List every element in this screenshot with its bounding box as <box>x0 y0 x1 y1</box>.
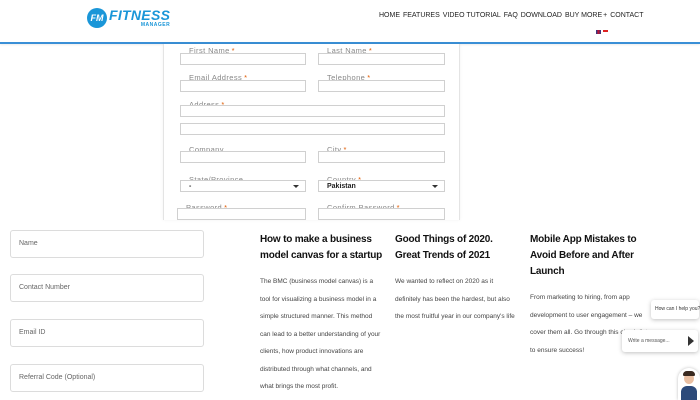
contact-number-input[interactable]: Contact Number <box>10 274 204 302</box>
send-icon[interactable] <box>688 336 694 346</box>
site-header: FM FITNESS MANAGER HOME FEATURES VIDEO T… <box>0 0 700 44</box>
logo-name: FITNESS <box>109 7 171 23</box>
main-nav: HOME FEATURES VIDEO TUTORIAL FAQ DOWNLOA… <box>379 12 645 19</box>
email-field[interactable] <box>180 80 306 92</box>
article-title[interactable]: Mobile App Mistakes to Avoid Before and … <box>530 232 654 280</box>
nav-features[interactable]: FEATURES <box>403 12 440 19</box>
address-line-1-field[interactable] <box>180 105 445 117</box>
last-name-field[interactable] <box>318 53 445 65</box>
article-card: How to make a business model canvas for … <box>260 232 384 396</box>
article-excerpt: The BMC (business model canvas) is a too… <box>260 278 381 390</box>
language-switcher <box>596 30 608 34</box>
logo-wordmark: FITNESS MANAGER <box>109 8 170 28</box>
nav-faq[interactable]: FAQ <box>504 12 518 19</box>
address-line-2-field[interactable] <box>180 123 445 135</box>
state-select[interactable]: - <box>180 180 306 192</box>
chat-message-input[interactable]: Write a message... <box>622 330 698 352</box>
chat-agent-avatar[interactable] <box>678 368 700 400</box>
chat-input-placeholder: Write a message... <box>628 338 670 344</box>
article-title[interactable]: How to make a business model canvas for … <box>260 232 384 264</box>
nav-buy-more[interactable]: BUY MORE <box>565 12 602 19</box>
nav-home[interactable]: HOME <box>379 12 400 19</box>
country-select[interactable]: Pakistan <box>318 180 445 192</box>
uk-flag-icon[interactable] <box>596 30 601 34</box>
email-id-input[interactable]: Email ID <box>10 319 204 347</box>
referral-code-input[interactable]: Referral Code (Optional) <box>10 364 204 392</box>
chat-greeting-bubble[interactable]: How can I help you? <box>651 300 700 319</box>
nav-download[interactable]: DOWNLOAD <box>521 12 562 19</box>
alt-language-flag-icon[interactable] <box>603 30 608 34</box>
confirm-password-field[interactable] <box>318 208 445 220</box>
avatar-shirt <box>681 386 697 400</box>
logo-badge: FM <box>87 8 107 28</box>
nav-plus-icon[interactable]: + <box>603 12 607 19</box>
article-title[interactable]: Good Things of 2020. Great Trends of 202… <box>395 232 519 264</box>
avatar-hair <box>683 371 695 376</box>
first-name-field[interactable] <box>180 53 306 65</box>
fitness-manager-logo[interactable]: FM FITNESS MANAGER <box>87 6 170 30</box>
article-card: Good Things of 2020. Great Trends of 202… <box>395 232 519 326</box>
signup-form: First Name * Last Name * Email Address * Te… <box>163 44 460 220</box>
logo-subtitle: MANAGER <box>140 22 171 28</box>
nav-video-tutorial[interactable]: VIDEO TUTORIAL <box>443 12 501 19</box>
password-field[interactable] <box>177 208 306 220</box>
nav-contact[interactable]: CONTACT <box>610 12 643 19</box>
company-field[interactable] <box>180 151 306 163</box>
telephone-field[interactable] <box>318 80 445 92</box>
article-excerpt: We wanted to reflect on 2020 as it defin… <box>395 278 515 320</box>
city-field[interactable] <box>318 151 445 163</box>
name-input[interactable]: Name <box>10 230 204 258</box>
